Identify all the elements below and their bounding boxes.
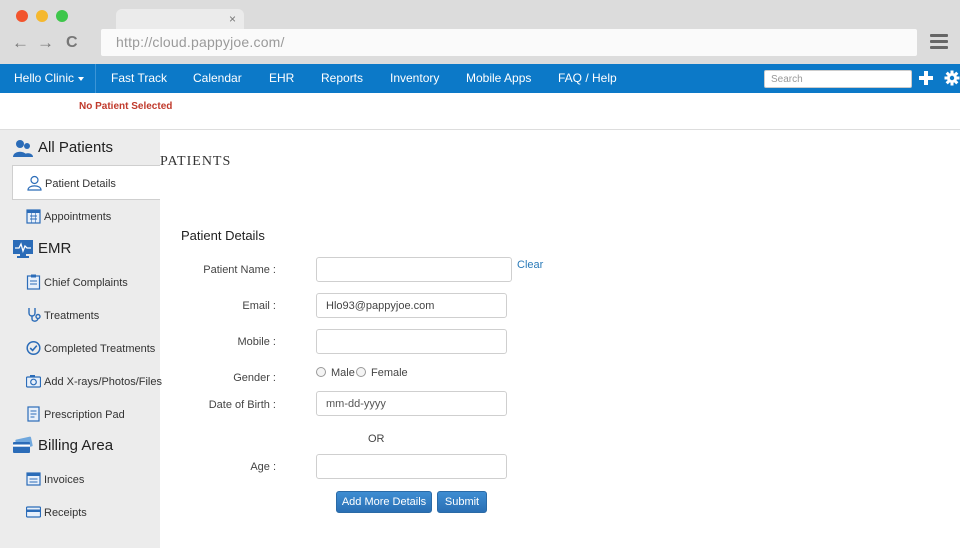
tab-close-icon[interactable]: × bbox=[229, 11, 236, 27]
patient-name-label: Patient Name : bbox=[203, 264, 276, 276]
sidebar-item-label: Chief Complaints bbox=[44, 277, 128, 289]
gender-female-radio[interactable] bbox=[356, 367, 366, 377]
nav-mobile-apps[interactable]: Mobile Apps bbox=[466, 64, 531, 93]
clinic-name: Hello Clinic bbox=[14, 71, 75, 85]
caret-down-icon bbox=[78, 76, 85, 81]
sidebar-item-label: Receipts bbox=[44, 507, 87, 519]
patient-name-input[interactable] bbox=[316, 257, 512, 282]
email-label: Email : bbox=[242, 300, 276, 312]
no-patient-selected-text: No Patient Selected bbox=[79, 101, 173, 112]
window-maximize-dot[interactable] bbox=[56, 10, 68, 22]
submit-button[interactable]: Submit bbox=[437, 491, 487, 513]
prescription-icon bbox=[27, 406, 40, 422]
nav-fast-track[interactable]: Fast Track bbox=[111, 64, 167, 93]
sidebar-item-appointments[interactable]: Appointments bbox=[0, 202, 160, 232]
or-separator: OR bbox=[368, 433, 385, 445]
nav-inventory[interactable]: Inventory bbox=[390, 64, 439, 93]
invoice-icon bbox=[26, 472, 41, 486]
sidebar-section-label: EMR bbox=[38, 240, 72, 257]
sidebar-section-label: All Patients bbox=[38, 139, 114, 156]
search-input[interactable] bbox=[764, 70, 912, 88]
sidebar-item-completed-treatments[interactable]: Completed Treatments bbox=[0, 334, 160, 364]
form-title: Patient Details bbox=[181, 228, 265, 243]
sidebar: All Patients Patient Details Appointment… bbox=[0, 130, 162, 548]
gender-female-label: Female bbox=[371, 367, 408, 379]
gender-label: Gender : bbox=[233, 372, 276, 384]
reload-icon[interactable]: C bbox=[66, 34, 78, 52]
sidebar-item-treatments[interactable]: Treatments bbox=[0, 301, 160, 331]
age-input[interactable] bbox=[316, 454, 507, 479]
window-close-dot[interactable] bbox=[16, 10, 28, 22]
mobile-label: Mobile : bbox=[237, 336, 276, 348]
back-arrow-icon[interactable]: ← bbox=[12, 34, 29, 52]
sidebar-item-add-files[interactable]: Add X-rays/Photos/Files bbox=[0, 367, 162, 397]
add-more-details-button[interactable]: Add More Details bbox=[336, 491, 432, 513]
credit-cards-icon bbox=[13, 436, 33, 453]
sidebar-section-label: Billing Area bbox=[38, 437, 114, 454]
sidebar-item-label: Add X-rays/Photos/Files bbox=[44, 376, 162, 388]
receipt-card-icon bbox=[26, 506, 41, 518]
browser-chrome: × ← → C http://cloud.pappyjoe.com/ bbox=[0, 0, 960, 64]
clinic-dropdown[interactable]: Hello Clinic bbox=[14, 64, 85, 93]
sidebar-item-prescription-pad[interactable]: Prescription Pad bbox=[0, 400, 160, 430]
sidebar-item-label: Appointments bbox=[44, 211, 112, 223]
camera-icon bbox=[26, 375, 41, 388]
users-icon bbox=[13, 140, 33, 157]
nav-calendar[interactable]: Calendar bbox=[193, 64, 242, 93]
sidebar-item-label: Patient Details bbox=[45, 178, 116, 190]
browser-menu-icon[interactable] bbox=[930, 34, 948, 50]
clipboard-icon bbox=[26, 274, 41, 290]
mobile-input[interactable] bbox=[316, 329, 507, 354]
sidebar-item-receipts[interactable]: Receipts bbox=[0, 498, 160, 528]
sidebar-item-invoices[interactable]: Invoices bbox=[0, 465, 160, 495]
window-minimize-dot[interactable] bbox=[36, 10, 48, 22]
sidebar-item-label: Prescription Pad bbox=[44, 409, 125, 421]
sidebar-item-label: Invoices bbox=[44, 474, 85, 486]
age-label: Age : bbox=[250, 461, 276, 473]
nav-faq-help[interactable]: FAQ / Help bbox=[558, 64, 617, 93]
dob-input[interactable] bbox=[316, 391, 507, 416]
sidebar-section-billing-area[interactable]: Billing Area bbox=[0, 434, 160, 458]
patient-status-bar: No Patient Selected bbox=[0, 93, 960, 130]
clear-link[interactable]: Clear bbox=[517, 259, 543, 271]
stethoscope-icon bbox=[28, 308, 41, 322]
settings-gear-icon[interactable] bbox=[944, 70, 960, 86]
browser-tab[interactable]: × bbox=[116, 9, 244, 29]
user-outline-icon bbox=[27, 175, 42, 191]
address-bar[interactable]: http://cloud.pappyjoe.com/ bbox=[101, 29, 917, 56]
gender-male-radio[interactable] bbox=[316, 367, 326, 377]
nav-divider bbox=[95, 64, 96, 93]
calendar-icon bbox=[26, 209, 41, 224]
nav-ehr[interactable]: EHR bbox=[269, 64, 294, 93]
sidebar-item-chief-complaints[interactable]: Chief Complaints bbox=[0, 268, 160, 298]
dob-label: Date of Birth : bbox=[208, 399, 276, 411]
sidebar-item-patient-details[interactable]: Patient Details bbox=[12, 165, 160, 200]
nav-reports[interactable]: Reports bbox=[321, 64, 363, 93]
check-circle-icon bbox=[26, 340, 41, 356]
sidebar-section-emr[interactable]: EMR bbox=[0, 237, 160, 261]
sidebar-section-all-patients[interactable]: All Patients bbox=[0, 136, 160, 160]
sidebar-item-label: Treatments bbox=[44, 310, 100, 322]
monitor-heartbeat-icon bbox=[13, 240, 33, 258]
forward-arrow-icon[interactable]: → bbox=[37, 34, 54, 52]
sidebar-item-label: Completed Treatments bbox=[44, 343, 156, 355]
email-input[interactable] bbox=[316, 293, 507, 318]
gender-male-label: Male bbox=[331, 367, 355, 379]
page-title: PATIENTS bbox=[160, 154, 232, 169]
add-plus-icon[interactable] bbox=[919, 71, 933, 85]
